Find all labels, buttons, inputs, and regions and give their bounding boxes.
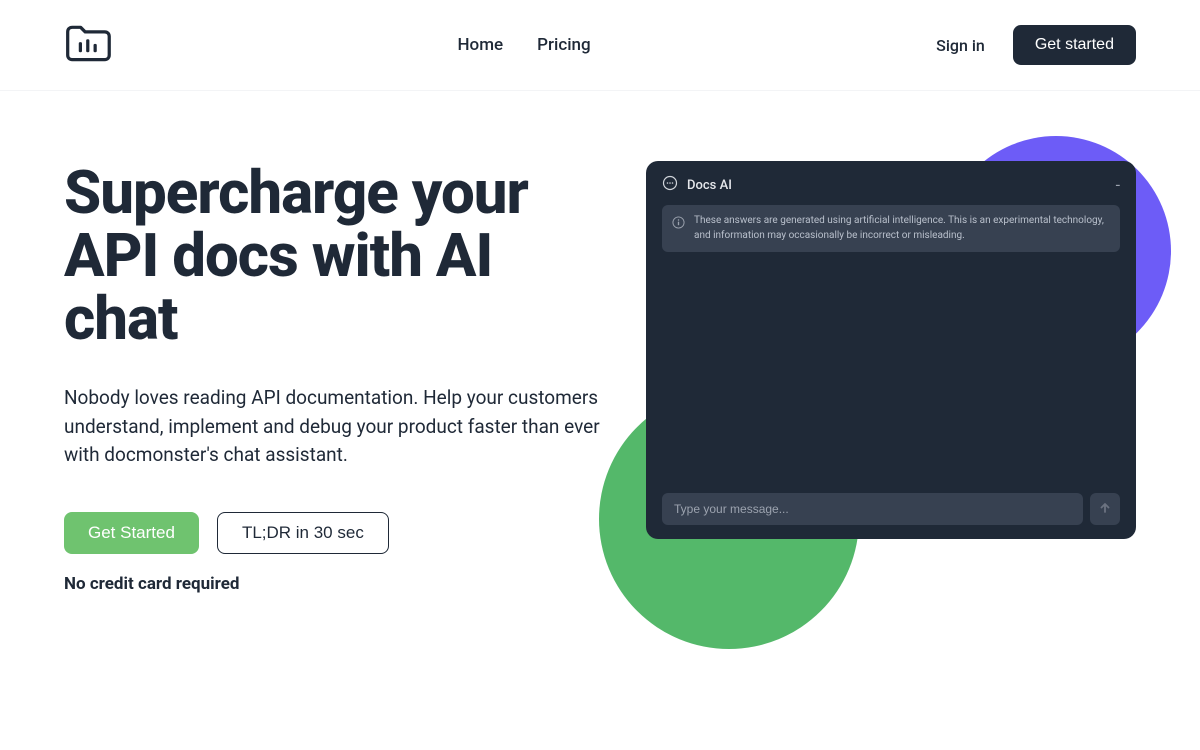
get-started-header-button[interactable]: Get started — [1013, 25, 1136, 65]
info-icon — [672, 214, 685, 233]
hero-subtitle: Nobody loves reading API documentation. … — [64, 384, 604, 470]
arrow-up-icon — [1098, 501, 1112, 518]
nav-right: Sign in Get started — [936, 25, 1136, 65]
hero-left: Supercharge your API docs with AI chat N… — [64, 161, 604, 594]
chat-bubble-icon — [662, 175, 678, 195]
nav-pricing[interactable]: Pricing — [537, 35, 591, 55]
chat-notice: These answers are generated using artifi… — [662, 205, 1120, 252]
chat-message-input[interactable] — [662, 493, 1083, 525]
main-nav: Home Pricing — [458, 35, 591, 55]
site-header: Home Pricing Sign in Get started — [0, 0, 1200, 91]
chat-notice-text: These answers are generated using artifi… — [694, 214, 1110, 243]
nav-home[interactable]: Home — [458, 35, 504, 55]
chat-send-button[interactable] — [1090, 493, 1120, 525]
signin-link[interactable]: Sign in — [936, 36, 985, 55]
hero-right: Docs AI - These answers are generated us… — [634, 161, 1136, 594]
chat-widget: Docs AI - These answers are generated us… — [646, 161, 1136, 539]
tldr-button[interactable]: TL;DR in 30 sec — [217, 512, 389, 554]
no-credit-text: No credit card required — [64, 574, 604, 594]
hero-buttons: Get Started TL;DR in 30 sec — [64, 512, 604, 554]
hero-section: Supercharge your API docs with AI chat N… — [0, 91, 1200, 594]
get-started-hero-button[interactable]: Get Started — [64, 512, 199, 554]
hero-title: Supercharge your API docs with AI chat — [64, 161, 604, 350]
chat-header: Docs AI - — [662, 175, 1120, 205]
chat-input-row — [662, 493, 1120, 525]
logo[interactable] — [64, 22, 112, 68]
chat-title: Docs AI — [687, 178, 1107, 193]
chat-body — [662, 262, 1120, 493]
